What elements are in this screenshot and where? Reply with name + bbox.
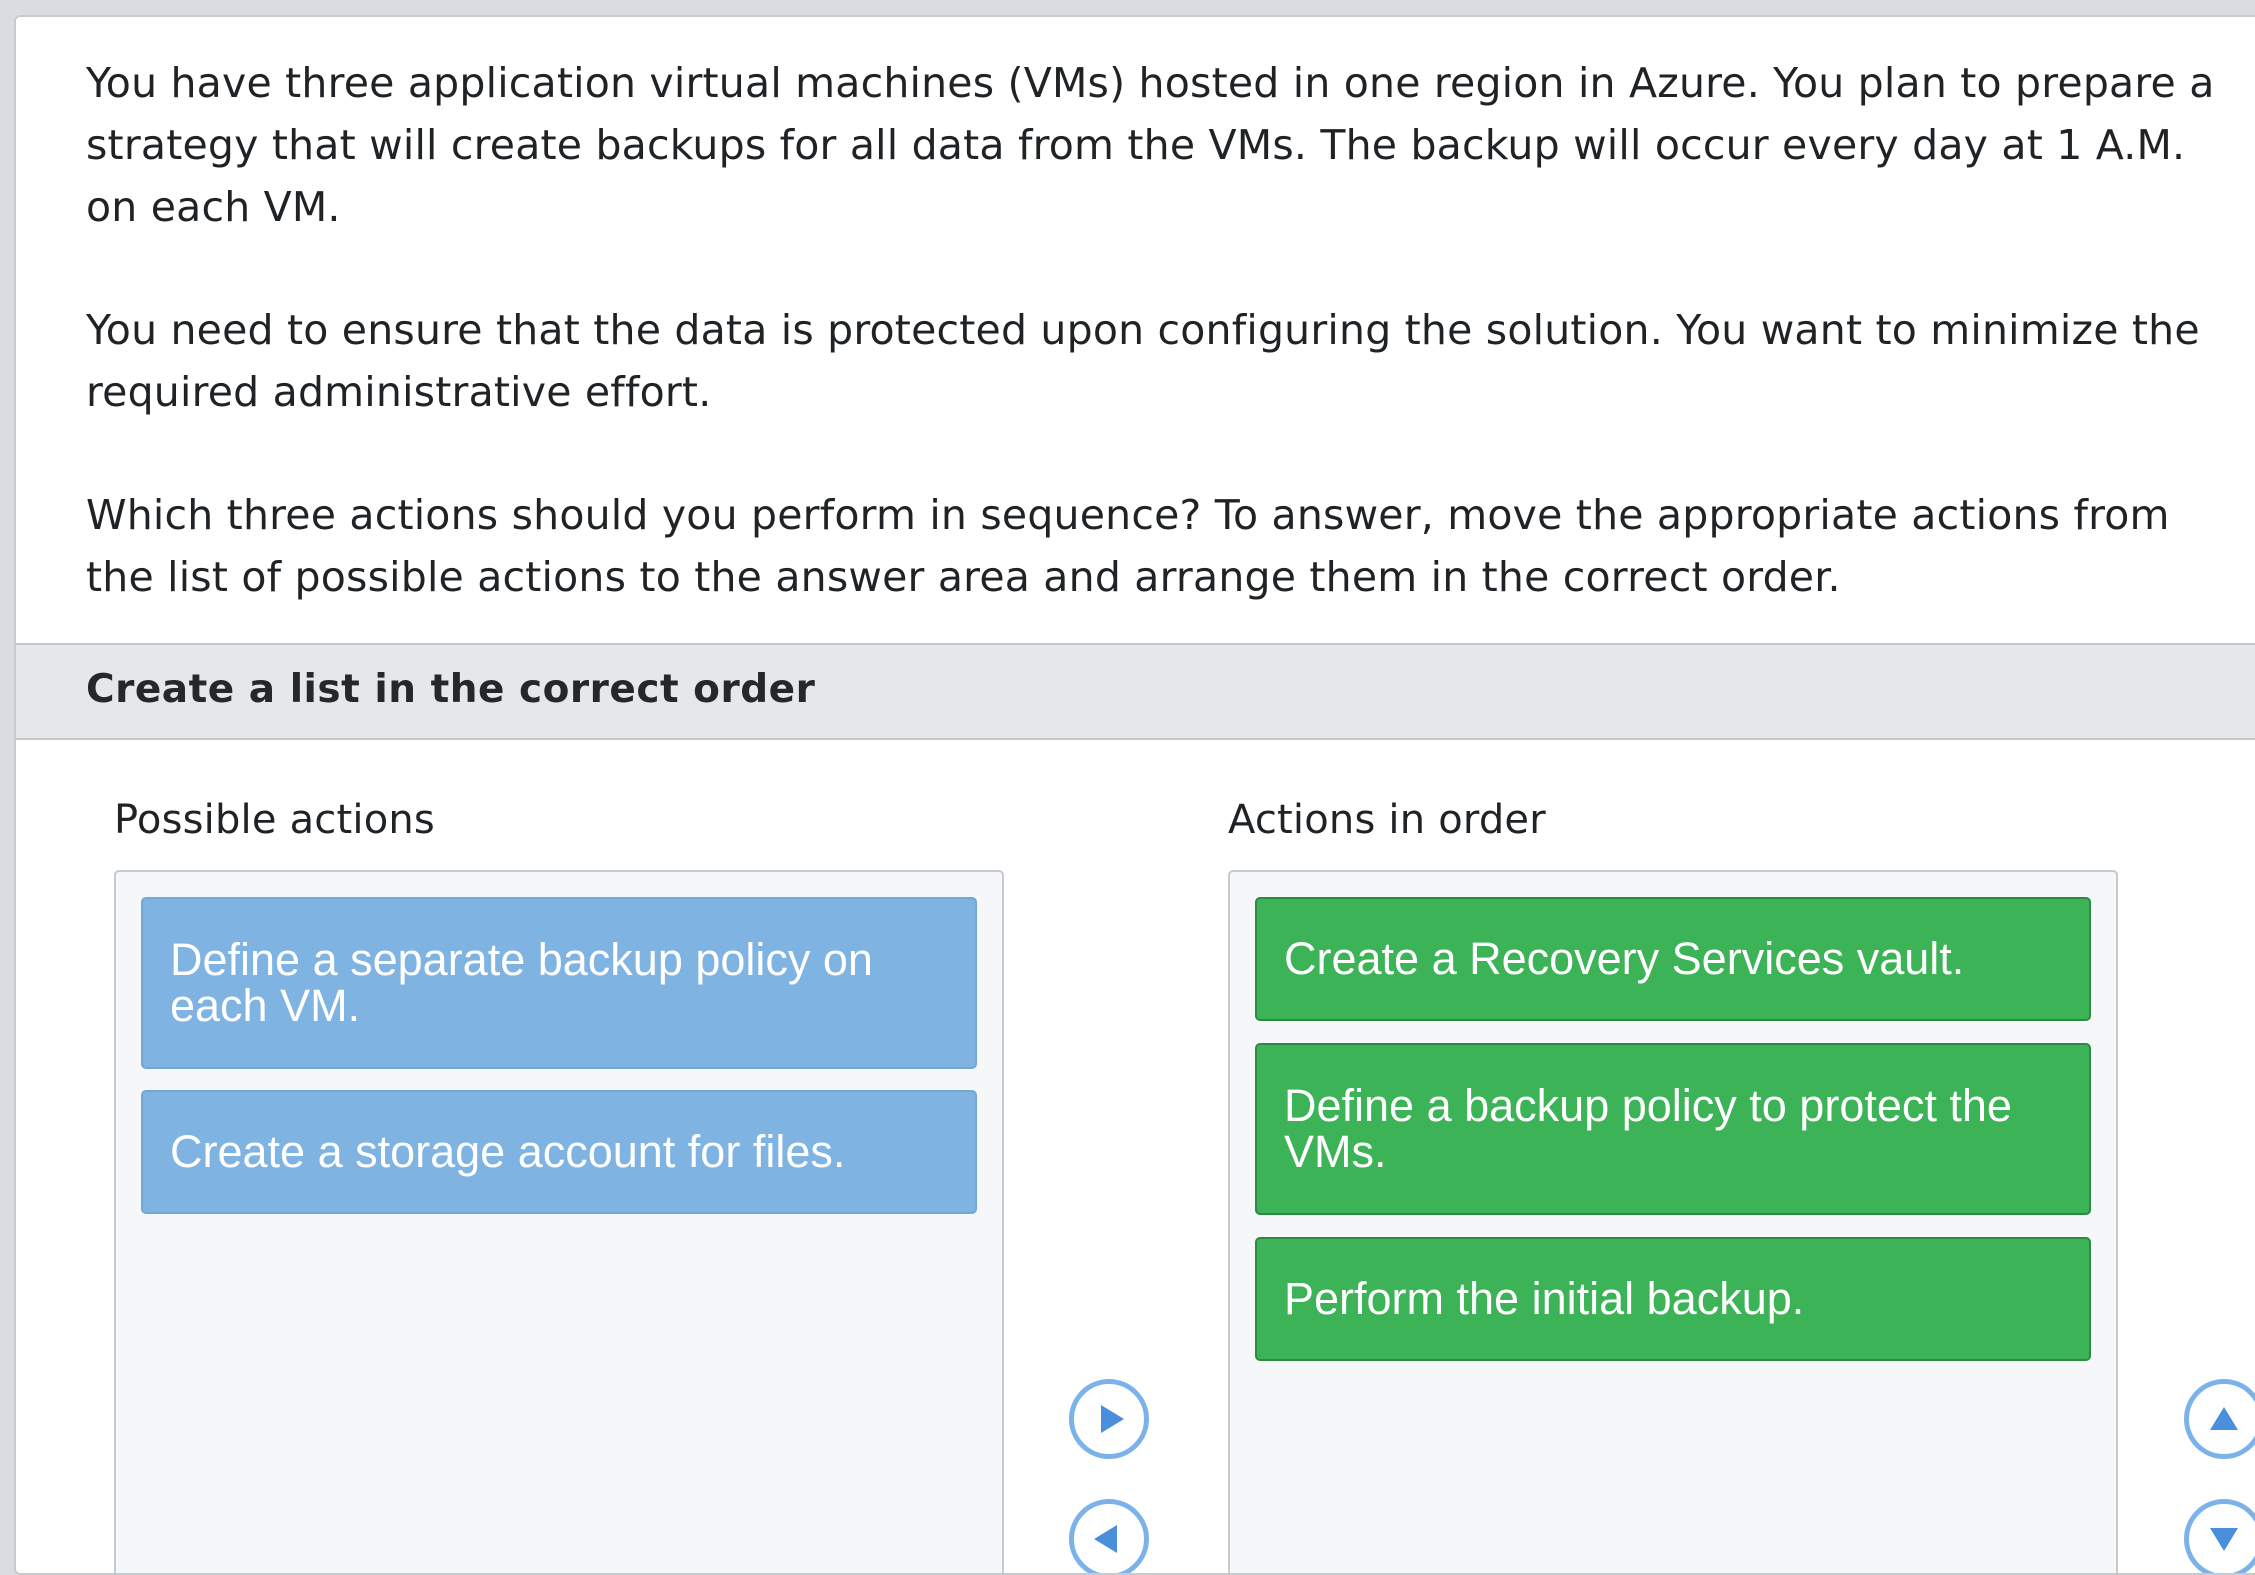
question-paragraph-2: You need to ensure that the data is prot…	[86, 306, 2200, 416]
triangle-down-icon	[2210, 1528, 2238, 1551]
ordered-action-item[interactable]: Create a Recovery Services vault.	[1255, 897, 2091, 1021]
triangle-up-icon	[2210, 1407, 2238, 1430]
ordered-action-item[interactable]: Perform the initial backup.	[1255, 1237, 2091, 1361]
ordered-action-item[interactable]: Define a backup policy to protect the VM…	[1255, 1043, 2091, 1215]
possible-action-item[interactable]: Define a separate backup policy on each …	[141, 897, 977, 1069]
question-text: You have three application virtual machi…	[86, 52, 2246, 669]
question-panel: You have three application virtual machi…	[14, 15, 2255, 1575]
triangle-right-icon	[1101, 1405, 1124, 1433]
move-up-button[interactable]	[2184, 1379, 2255, 1459]
possible-actions-list[interactable]: Define a separate backup policy on each …	[114, 870, 1004, 1573]
question-paragraph-1: You have three application virtual machi…	[86, 59, 2215, 231]
actions-in-order-title: Actions in order	[1228, 797, 1546, 843]
possible-action-item[interactable]: Create a storage account for files.	[141, 1090, 977, 1214]
move-left-button[interactable]	[1069, 1499, 1149, 1573]
actions-in-order-list[interactable]: Create a Recovery Services vault. Define…	[1228, 870, 2118, 1573]
possible-actions-title: Possible actions	[114, 797, 435, 843]
section-header: Create a list in the correct order	[16, 643, 2255, 740]
section-title: Create a list in the correct order	[86, 667, 816, 712]
triangle-left-icon	[1094, 1525, 1117, 1553]
move-right-button[interactable]	[1069, 1379, 1149, 1459]
move-down-button[interactable]	[2184, 1499, 2255, 1573]
question-paragraph-3: Which three actions should you perform i…	[86, 491, 2170, 601]
